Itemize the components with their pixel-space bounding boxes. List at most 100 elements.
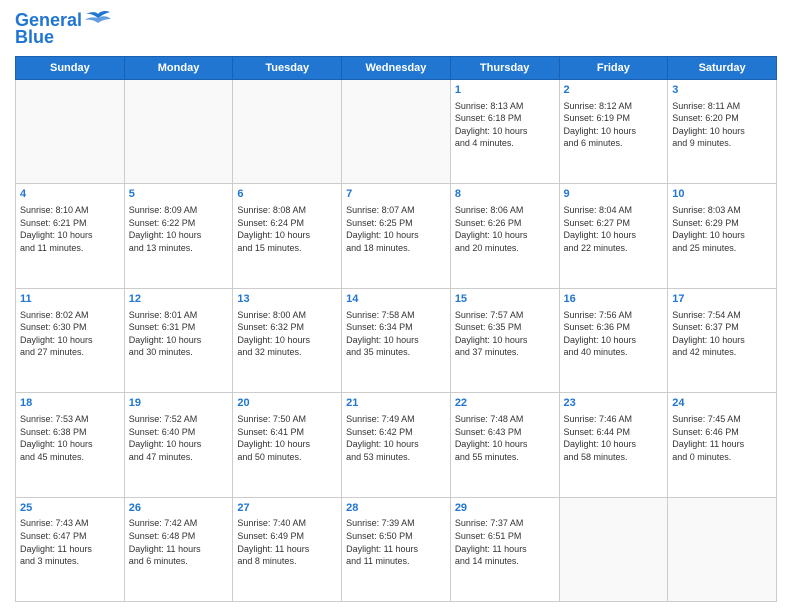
calendar-cell <box>668 497 777 601</box>
day-info: Sunrise: 7:50 AM Sunset: 6:41 PM Dayligh… <box>237 413 337 463</box>
day-info: Sunrise: 8:11 AM Sunset: 6:20 PM Dayligh… <box>672 100 772 150</box>
day-header-saturday: Saturday <box>668 56 777 79</box>
day-number: 9 <box>564 187 664 202</box>
calendar-week-1: 1 Sunrise: 8:13 AM Sunset: 6:18 PM Daylig… <box>16 79 777 183</box>
day-number: 8 <box>455 187 555 202</box>
day-info: Sunrise: 7:48 AM Sunset: 6:43 PM Dayligh… <box>455 413 555 463</box>
calendar-cell: 28Sunrise: 7:39 AM Sunset: 6:50 PM Dayli… <box>342 497 451 601</box>
day-header-monday: Monday <box>124 56 233 79</box>
day-info: Sunrise: 8:13 AM Sunset: 6:18 PM Dayligh… <box>455 100 555 150</box>
calendar-cell: 6 Sunrise: 8:08 AM Sunset: 6:24 PM Daylig… <box>233 184 342 288</box>
calendar-week-5: 25Sunrise: 7:43 AM Sunset: 6:47 PM Dayli… <box>16 497 777 601</box>
calendar-cell: 22 Sunrise: 7:48 AM Sunset: 6:43 PM Dayli… <box>450 393 559 497</box>
calendar-cell <box>559 497 668 601</box>
calendar-cell: 9 Sunrise: 8:04 AM Sunset: 6:27 PM Daylig… <box>559 184 668 288</box>
calendar-cell: 2 Sunrise: 8:12 AM Sunset: 6:19 PM Daylig… <box>559 79 668 183</box>
day-number: 5 <box>129 187 229 202</box>
day-number: 15 <box>455 292 555 307</box>
day-info: Sunrise: 8:10 AM Sunset: 6:21 PM Dayligh… <box>20 204 120 254</box>
day-info: Sunrise: 7:57 AM Sunset: 6:35 PM Dayligh… <box>455 309 555 359</box>
day-header-thursday: Thursday <box>450 56 559 79</box>
day-info: Sunrise: 7:39 AM Sunset: 6:50 PM Dayligh… <box>346 517 446 567</box>
day-number: 28 <box>346 501 446 516</box>
calendar-cell <box>233 79 342 183</box>
calendar-cell <box>16 79 125 183</box>
day-info: Sunrise: 8:02 AM Sunset: 6:30 PM Dayligh… <box>20 309 120 359</box>
day-number: 16 <box>564 292 664 307</box>
day-number: 23 <box>564 396 664 411</box>
day-number: 11 <box>20 292 120 307</box>
day-info: Sunrise: 7:37 AM Sunset: 6:51 PM Dayligh… <box>455 517 555 567</box>
calendar-header-row: SundayMondayTuesdayWednesdayThursdayFrid… <box>16 56 777 79</box>
day-number: 22 <box>455 396 555 411</box>
day-info: Sunrise: 7:49 AM Sunset: 6:42 PM Dayligh… <box>346 413 446 463</box>
day-number: 7 <box>346 187 446 202</box>
day-number: 13 <box>237 292 337 307</box>
day-number: 29 <box>455 501 555 516</box>
calendar-cell: 20 Sunrise: 7:50 AM Sunset: 6:41 PM Dayli… <box>233 393 342 497</box>
calendar-cell: 4 Sunrise: 8:10 AM Sunset: 6:21 PM Daylig… <box>16 184 125 288</box>
day-number: 19 <box>129 396 229 411</box>
calendar-cell: 27Sunrise: 7:40 AM Sunset: 6:49 PM Dayli… <box>233 497 342 601</box>
calendar-cell: 16Sunrise: 7:56 AM Sunset: 6:36 PM Dayli… <box>559 288 668 392</box>
day-number: 3 <box>672 83 772 98</box>
day-info: Sunrise: 7:58 AM Sunset: 6:34 PM Dayligh… <box>346 309 446 359</box>
day-info: Sunrise: 7:53 AM Sunset: 6:38 PM Dayligh… <box>20 413 120 463</box>
day-number: 14 <box>346 292 446 307</box>
calendar-week-4: 18 Sunrise: 7:53 AM Sunset: 6:38 PM Dayli… <box>16 393 777 497</box>
calendar-cell: 5 Sunrise: 8:09 AM Sunset: 6:22 PM Daylig… <box>124 184 233 288</box>
calendar-cell: 29Sunrise: 7:37 AM Sunset: 6:51 PM Dayli… <box>450 497 559 601</box>
day-number: 25 <box>20 501 120 516</box>
day-number: 26 <box>129 501 229 516</box>
day-number: 18 <box>20 396 120 411</box>
day-info: Sunrise: 8:06 AM Sunset: 6:26 PM Dayligh… <box>455 204 555 254</box>
calendar-cell: 17Sunrise: 7:54 AM Sunset: 6:37 PM Dayli… <box>668 288 777 392</box>
day-number: 17 <box>672 292 772 307</box>
day-info: Sunrise: 7:46 AM Sunset: 6:44 PM Dayligh… <box>564 413 664 463</box>
day-info: Sunrise: 7:52 AM Sunset: 6:40 PM Dayligh… <box>129 413 229 463</box>
calendar-cell: 1 Sunrise: 8:13 AM Sunset: 6:18 PM Daylig… <box>450 79 559 183</box>
day-number: 20 <box>237 396 337 411</box>
calendar-cell: 24 Sunrise: 7:45 AM Sunset: 6:46 PM Dayli… <box>668 393 777 497</box>
calendar-table: SundayMondayTuesdayWednesdayThursdayFrid… <box>15 56 777 602</box>
day-number: 6 <box>237 187 337 202</box>
day-info: Sunrise: 7:42 AM Sunset: 6:48 PM Dayligh… <box>129 517 229 567</box>
calendar-cell: 12Sunrise: 8:01 AM Sunset: 6:31 PM Dayli… <box>124 288 233 392</box>
calendar-cell: 26Sunrise: 7:42 AM Sunset: 6:48 PM Dayli… <box>124 497 233 601</box>
day-number: 2 <box>564 83 664 98</box>
calendar-week-3: 11 Sunrise: 8:02 AM Sunset: 6:30 PM Dayli… <box>16 288 777 392</box>
logo-blue: Blue <box>15 28 54 48</box>
day-info: Sunrise: 8:07 AM Sunset: 6:25 PM Dayligh… <box>346 204 446 254</box>
day-header-wednesday: Wednesday <box>342 56 451 79</box>
day-info: Sunrise: 8:09 AM Sunset: 6:22 PM Dayligh… <box>129 204 229 254</box>
day-info: Sunrise: 8:12 AM Sunset: 6:19 PM Dayligh… <box>564 100 664 150</box>
calendar-cell: 8 Sunrise: 8:06 AM Sunset: 6:26 PM Daylig… <box>450 184 559 288</box>
logo: General Blue <box>15 10 112 48</box>
calendar-cell: 18 Sunrise: 7:53 AM Sunset: 6:38 PM Dayli… <box>16 393 125 497</box>
day-number: 12 <box>129 292 229 307</box>
calendar-cell: 14 Sunrise: 7:58 AM Sunset: 6:34 PM Dayli… <box>342 288 451 392</box>
day-number: 21 <box>346 396 446 411</box>
calendar-cell <box>124 79 233 183</box>
logo-bird-icon <box>84 10 112 32</box>
calendar-cell: 7 Sunrise: 8:07 AM Sunset: 6:25 PM Daylig… <box>342 184 451 288</box>
calendar-cell: 11 Sunrise: 8:02 AM Sunset: 6:30 PM Dayli… <box>16 288 125 392</box>
page: General Blue SundayMondayTuesdayWednesda… <box>0 0 792 612</box>
day-number: 4 <box>20 187 120 202</box>
day-info: Sunrise: 8:04 AM Sunset: 6:27 PM Dayligh… <box>564 204 664 254</box>
day-info: Sunrise: 8:00 AM Sunset: 6:32 PM Dayligh… <box>237 309 337 359</box>
calendar-cell: 19 Sunrise: 7:52 AM Sunset: 6:40 PM Dayli… <box>124 393 233 497</box>
day-number: 27 <box>237 501 337 516</box>
day-info: Sunrise: 7:45 AM Sunset: 6:46 PM Dayligh… <box>672 413 772 463</box>
calendar-cell: 3 Sunrise: 8:11 AM Sunset: 6:20 PM Daylig… <box>668 79 777 183</box>
calendar-cell: 21 Sunrise: 7:49 AM Sunset: 6:42 PM Dayli… <box>342 393 451 497</box>
day-number: 1 <box>455 83 555 98</box>
day-number: 24 <box>672 396 772 411</box>
calendar-cell: 13 Sunrise: 8:00 AM Sunset: 6:32 PM Dayli… <box>233 288 342 392</box>
calendar-cell: 10Sunrise: 8:03 AM Sunset: 6:29 PM Dayli… <box>668 184 777 288</box>
day-info: Sunrise: 7:43 AM Sunset: 6:47 PM Dayligh… <box>20 517 120 567</box>
day-header-tuesday: Tuesday <box>233 56 342 79</box>
calendar-week-2: 4 Sunrise: 8:10 AM Sunset: 6:21 PM Daylig… <box>16 184 777 288</box>
calendar-cell <box>342 79 451 183</box>
day-info: Sunrise: 8:08 AM Sunset: 6:24 PM Dayligh… <box>237 204 337 254</box>
